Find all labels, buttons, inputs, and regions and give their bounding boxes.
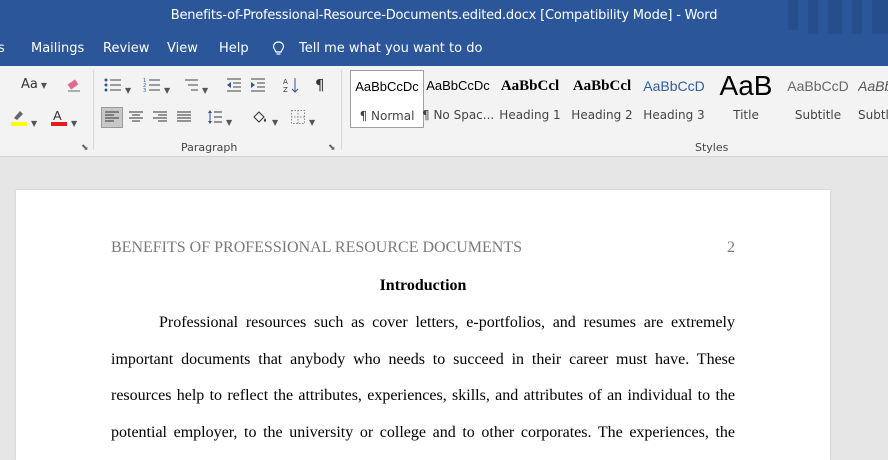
shading-icon[interactable]: ▼: [251, 109, 278, 131]
body-line: resources help to reflect the attributes…: [111, 387, 735, 404]
numbering-icon[interactable]: 1 2 3 ▼: [143, 77, 170, 99]
align-right-icon[interactable]: [152, 109, 168, 130]
paragraph-dialog-launcher-icon[interactable]: ⬊: [328, 142, 336, 153]
ribbon-tabs: s Mailings Review View Help Tell me what…: [0, 34, 888, 66]
group-separator: [341, 70, 342, 150]
chevron-down-icon: ▼: [31, 119, 38, 128]
bullets-icon[interactable]: ▼: [104, 77, 131, 99]
style-heading-3[interactable]: AaBbCcD Heading 3: [638, 70, 710, 126]
section-heading: Introduction: [379, 277, 467, 294]
font-color-icon[interactable]: A ▼: [50, 108, 77, 132]
style-subtitle[interactable]: AaBbCcD Subtitle: [782, 70, 854, 126]
justify-icon[interactable]: [176, 109, 192, 130]
lightbulb-icon[interactable]: [272, 41, 285, 61]
align-left-button[interactable]: [101, 107, 123, 128]
svg-text:A: A: [53, 108, 62, 123]
chevron-down-icon: ▼: [226, 118, 233, 127]
document-page[interactable]: BENEFITS OF PROFESSIONAL RESOURCE DOCUME…: [16, 190, 830, 460]
paragraph-group-label: Paragraph: [181, 141, 238, 154]
chevron-down-icon: ▼: [71, 119, 78, 128]
style-no-spacing[interactable]: AaBbCcDc ¶ No Spac...: [422, 70, 494, 126]
decrease-indent-icon[interactable]: [226, 77, 242, 98]
font-size-case-button[interactable]: Aa ▼: [21, 77, 47, 94]
styles-group-label: Styles: [695, 141, 729, 154]
svg-text:Z: Z: [283, 86, 288, 93]
style-heading-2[interactable]: AaBbCcl Heading 2: [566, 70, 638, 126]
group-separator: [93, 70, 94, 150]
chevron-down-icon: ▼: [309, 118, 316, 127]
tab-view[interactable]: View: [167, 41, 198, 56]
sort-icon[interactable]: AZ: [283, 77, 299, 98]
running-header: BENEFITS OF PROFESSIONAL RESOURCE DOCUME…: [111, 239, 523, 256]
style-heading-1[interactable]: AaBbCcl Heading 1: [494, 70, 566, 126]
tab-mailings[interactable]: Mailings: [31, 41, 84, 56]
tell-me-search[interactable]: Tell me what you want to do: [299, 41, 482, 56]
svg-text:3: 3: [143, 88, 146, 93]
clear-formatting-icon[interactable]: [66, 77, 82, 98]
chevron-down-icon: ▼: [164, 86, 171, 95]
ribbon: Aa ▼ ▼ A ▼ ⬊ ▼ 1 2 3 ▼ ▼ AZ ¶ ▼ ▼ ▼ Para…: [0, 66, 888, 157]
borders-icon[interactable]: ▼: [290, 109, 315, 131]
body-line: Professional resources such as cover let…: [159, 314, 735, 331]
title-bar: Benefits-of-Professional-Resource-Docume…: [0, 0, 888, 66]
font-dialog-launcher-icon[interactable]: ⬊: [81, 142, 89, 153]
chevron-down-icon: ▼: [202, 86, 209, 95]
chevron-down-icon: ▼: [40, 81, 48, 90]
body-line: potential employer, to the university or…: [111, 424, 735, 441]
tab-references[interactable]: s: [0, 41, 5, 56]
svg-text:A: A: [283, 78, 288, 86]
multilevel-list-icon[interactable]: ▼: [183, 77, 208, 99]
tab-help[interactable]: Help: [219, 41, 249, 56]
align-center-icon[interactable]: [128, 109, 144, 130]
style-subtle-emphasis[interactable]: AaBbl Subtle: [854, 70, 888, 126]
chevron-down-icon: ▼: [272, 118, 279, 127]
page-number: 2: [727, 239, 735, 256]
highlight-color-icon[interactable]: ▼: [10, 108, 37, 132]
chevron-down-icon: ▼: [125, 86, 132, 95]
line-spacing-icon[interactable]: ▼: [207, 109, 232, 131]
style-title[interactable]: AaB Title: [710, 70, 782, 126]
body-line: important documents that anybody who nee…: [111, 351, 735, 368]
show-formatting-marks-icon[interactable]: ¶: [315, 77, 325, 93]
tab-review[interactable]: Review: [103, 41, 149, 56]
style-normal[interactable]: AaBbCcDc ¶ Normal: [350, 70, 424, 128]
increase-indent-icon[interactable]: [250, 77, 266, 98]
